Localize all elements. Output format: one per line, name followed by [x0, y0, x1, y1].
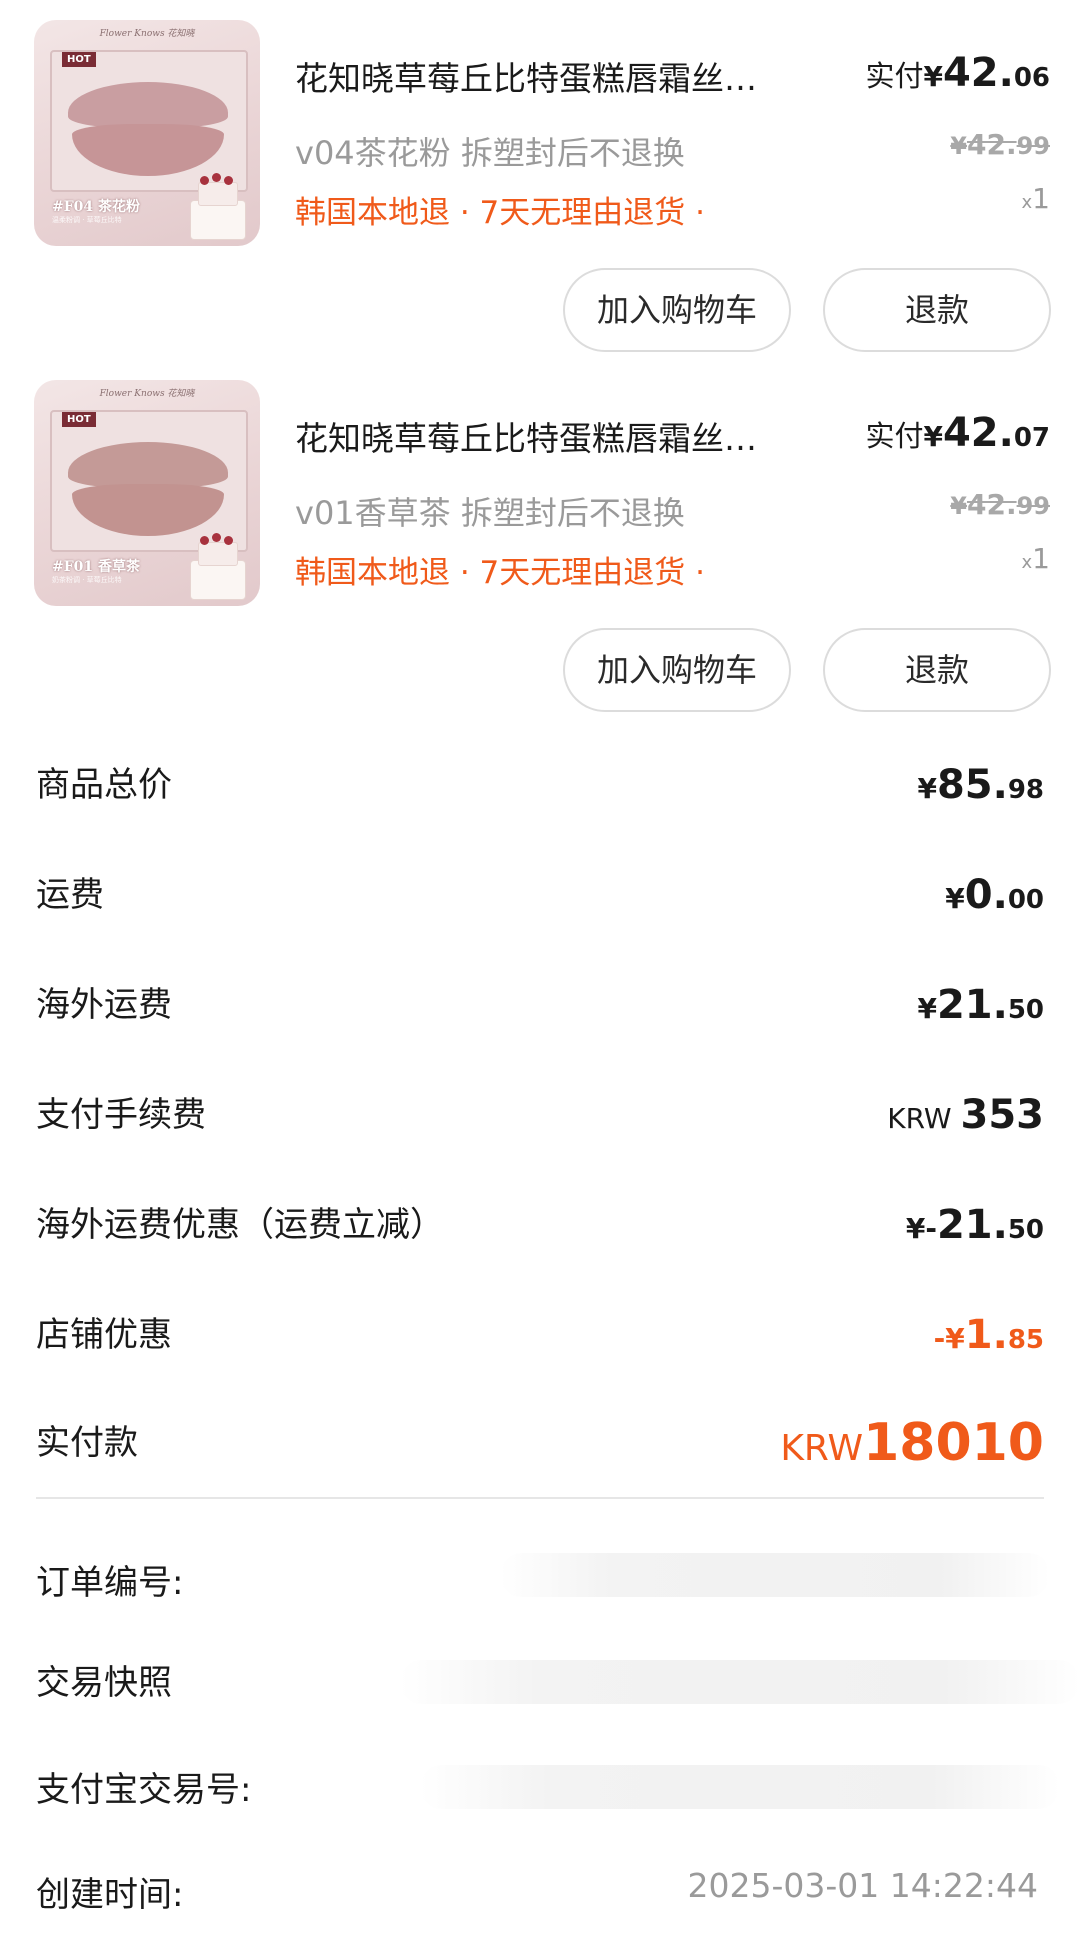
product-thumbnail[interactable]: Flower Knows 花知晓 HOT #F01 香草茶 奶茶粉调 · 草莓丘… [34, 380, 260, 606]
summary-label: 店铺优惠 [36, 1315, 172, 1355]
summary-row-shipping: 运费 ¥0.00 [0, 860, 1080, 930]
currency-symbol: ¥ [923, 60, 943, 93]
quantity-value: 1 [1032, 182, 1050, 215]
redacted-snapshot [400, 1660, 1080, 1704]
currency-code: KRW [887, 1102, 961, 1135]
currency-symbol: ¥ [917, 772, 937, 805]
brand-logo-text: Flower Knows 花知晓 [99, 29, 195, 39]
price-integer: 21. [936, 1202, 1008, 1248]
summary-value: KRW 353 [887, 1080, 1044, 1158]
original-price: ¥42.99 [950, 128, 1050, 161]
price-integer: 1. [964, 1312, 1008, 1358]
created-time-label: 创建时间: [36, 1875, 184, 1915]
product-title[interactable]: 花知晓草莓丘比特蛋糕唇霜丝… [295, 412, 825, 460]
return-policy-tags[interactable]: 韩国本地退 · 7天无理由退货 · [295, 187, 705, 232]
price-integer: 21. [936, 982, 1008, 1028]
summary-row-overseas-shipping-discount: 海外运费优惠（运费立减） ¥-21.50 [0, 1190, 1080, 1260]
summary-row-amount-paid: 实付款 KRW18010 [0, 1408, 1080, 1478]
quantity: x1 [1022, 182, 1050, 215]
product-title[interactable]: 花知晓草莓丘比特蛋糕唇霜丝… [295, 52, 825, 100]
summary-row-goods-total: 商品总价 ¥85.98 [0, 750, 1080, 820]
redacted-alipay-number [420, 1765, 1060, 1809]
price-decimal: 50 [1007, 1215, 1044, 1245]
currency-symbol: ¥- [905, 1212, 937, 1245]
original-price: ¥42.99 [950, 488, 1050, 521]
price-decimal: 50 [1007, 995, 1044, 1025]
product-variant: v04茶花粉 拆塑封后不退换 [295, 134, 685, 172]
summary-row-store-discount: 店铺优惠 -¥1.85 [0, 1300, 1080, 1370]
trade-snapshot-label[interactable]: 交易快照 [36, 1655, 172, 1704]
price-integer: 42. [942, 410, 1014, 456]
price-integer: 42. [966, 128, 1017, 161]
summary-value: -¥1.85 [934, 1300, 1044, 1378]
summary-row-overseas-shipping: 海外运费 ¥21.50 [0, 970, 1080, 1040]
summary-label: 运费 [36, 875, 104, 915]
order-item-1[interactable]: Flower Knows 花知晓 HOT #F04 茶花粉 温柔粉调 · 草莓丘… [0, 0, 1080, 360]
currency-code: KRW [780, 1428, 864, 1469]
currency-symbol: ¥ [950, 132, 967, 160]
paid-price: 实付¥42.07 [865, 410, 1050, 456]
price-decimal: 00 [1007, 885, 1044, 915]
price-integer: 42. [966, 488, 1017, 521]
cake-illustration [184, 530, 250, 602]
paid-price: 实付¥42.06 [865, 50, 1050, 96]
price-integer: 0. [964, 872, 1008, 918]
add-to-cart-button[interactable]: 加入购物车 [563, 628, 791, 712]
summary-value: ¥-21.50 [906, 1190, 1044, 1268]
quantity-x: x [1021, 192, 1033, 213]
price-decimal: 98 [1007, 775, 1044, 805]
price-decimal: 99 [1016, 492, 1050, 520]
summary-row-payment-fee: 支付手续费 KRW 353 [0, 1080, 1080, 1150]
currency-symbol: ¥ [923, 420, 943, 453]
currency-symbol: -¥ [933, 1322, 965, 1355]
price-integer: 353 [960, 1092, 1045, 1138]
quantity-value: 1 [1032, 542, 1050, 575]
price-integer: 42. [942, 50, 1014, 96]
summary-label: 实付款 [36, 1423, 138, 1463]
redacted-order-number [500, 1553, 1050, 1597]
shade-tag: #F01 香草茶 [52, 559, 141, 575]
return-policy-tags[interactable]: 韩国本地退 · 7天无理由退货 · [295, 547, 705, 592]
shade-caption: 温柔粉调 · 草莓丘比特 [52, 216, 122, 224]
shade-caption: 奶茶粉调 · 草莓丘比特 [52, 576, 122, 584]
brand-logo-text: Flower Knows 花知晓 [99, 389, 195, 399]
summary-label: 商品总价 [36, 765, 172, 805]
currency-symbol: ¥ [917, 992, 937, 1025]
summary-label: 海外运费 [36, 985, 172, 1025]
price-decimal: 07 [1013, 423, 1050, 453]
order-item-2[interactable]: Flower Knows 花知晓 HOT #F01 香草茶 奶茶粉调 · 草莓丘… [0, 360, 1080, 720]
hot-badge: HOT [62, 412, 96, 427]
price-decimal: 06 [1013, 63, 1050, 93]
product-thumbnail[interactable]: Flower Knows 花知晓 HOT #F04 茶花粉 温柔粉调 · 草莓丘… [34, 20, 260, 246]
alipay-transaction-label: 支付宝交易号: [36, 1770, 252, 1810]
add-to-cart-button[interactable]: 加入购物车 [563, 268, 791, 352]
refund-button[interactable]: 退款 [823, 268, 1051, 352]
currency-symbol: ¥ [945, 882, 965, 915]
price-integer: 85. [936, 762, 1008, 808]
product-variant: v01香草茶 拆塑封后不退换 [295, 494, 685, 532]
price-integer: 18010 [863, 1413, 1044, 1473]
order-number-label: 订单编号: [36, 1563, 184, 1603]
hot-badge: HOT [62, 52, 96, 67]
currency-symbol: ¥ [950, 492, 967, 520]
summary-value: ¥21.50 [917, 970, 1044, 1048]
summary-value: ¥0.00 [945, 860, 1044, 938]
cake-illustration [184, 170, 250, 242]
quantity-x: x [1021, 552, 1033, 573]
paid-label: 实付 [865, 59, 924, 93]
quantity: x1 [1022, 542, 1050, 575]
price-decimal: 99 [1016, 132, 1050, 160]
section-divider [36, 1497, 1044, 1499]
summary-value: ¥85.98 [917, 750, 1044, 828]
refund-button[interactable]: 退款 [823, 628, 1051, 712]
shade-tag: #F04 茶花粉 [52, 199, 141, 215]
price-decimal: 85 [1007, 1325, 1044, 1355]
total-paid-value: KRW18010 [780, 1408, 1044, 1490]
summary-label: 海外运费优惠（运费立减） [36, 1205, 444, 1245]
paid-label: 实付 [865, 419, 924, 453]
summary-label: 支付手续费 [36, 1095, 206, 1135]
created-time-value: 2025-03-01 14:22:44 [687, 1866, 1038, 1905]
